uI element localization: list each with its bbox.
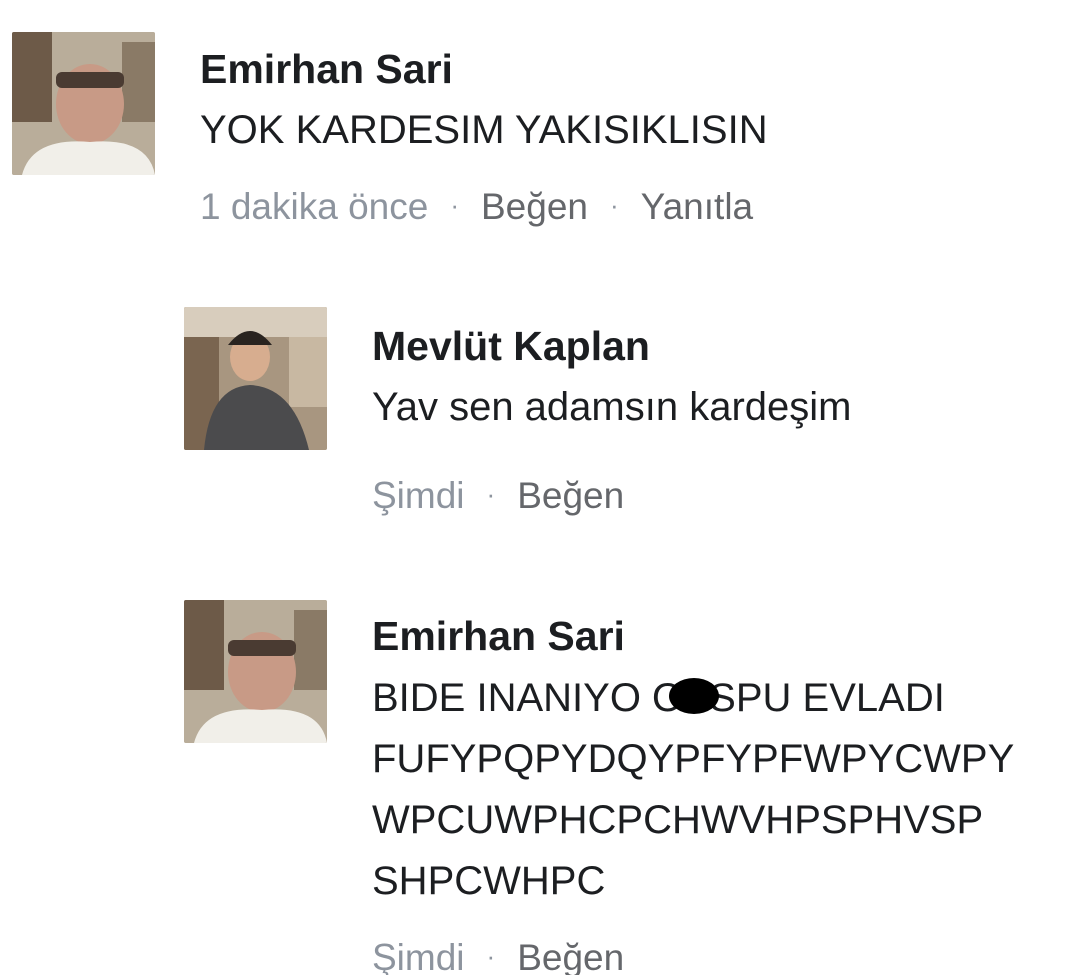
comment-author[interactable]: Emirhan Sari	[372, 612, 625, 660]
avatar[interactable]	[184, 307, 327, 450]
avatar-photo-icon	[184, 307, 327, 450]
comment-text: BIDE INANIYO O SPU EVLADI FUFYPQPYDQYPFYPF…	[372, 668, 1080, 912]
comment-timestamp[interactable]: Şimdi	[372, 475, 465, 516]
comment-author[interactable]: Mevlüt Kaplan	[372, 322, 650, 370]
like-button[interactable]: Beğen	[517, 937, 624, 975]
avatar-photo-icon	[12, 32, 155, 175]
meta-separator: ·	[486, 479, 496, 510]
comment-text-line: WPCUWPHCPCHWVHPSPHVSP	[372, 798, 984, 842]
comment-text-line: FUFYPQPYDQYPFYPFWPYCWPY	[372, 737, 1015, 781]
avatar-photo-icon	[184, 600, 327, 743]
comment-text-fragment: SPU EVLADI	[709, 676, 945, 720]
like-button[interactable]: Beğen	[481, 186, 588, 227]
comment-timestamp[interactable]: Şimdi	[372, 937, 465, 975]
comment-text-fragment: BIDE INANIYO O	[372, 676, 684, 720]
comment-text: Yav sen adamsın kardeşim	[372, 385, 852, 429]
meta-separator: ·	[450, 190, 459, 221]
comment-meta: Şimdi · Beğen	[372, 474, 624, 520]
comment-timestamp[interactable]: 1 dakika önce	[200, 186, 428, 227]
comment-meta: 1 dakika önce · Beğen · Yanıtla	[200, 185, 753, 231]
avatar[interactable]	[12, 32, 155, 175]
like-button[interactable]: Beğen	[517, 475, 624, 516]
reply-button[interactable]: Yanıtla	[641, 186, 753, 227]
avatar[interactable]	[184, 600, 327, 743]
comment-meta: Şimdi · Beğen	[372, 936, 624, 975]
comment-text-line: SHPCWHPC	[372, 859, 606, 903]
comment-text: YOK KARDESIM YAKISIKLISIN	[200, 108, 768, 152]
comment-author[interactable]: Emirhan Sari	[200, 45, 453, 93]
meta-separator: ·	[486, 941, 496, 972]
meta-separator: ·	[610, 190, 619, 221]
comment-text-line: BIDE INANIYO O SPU EVLADI	[372, 676, 945, 720]
